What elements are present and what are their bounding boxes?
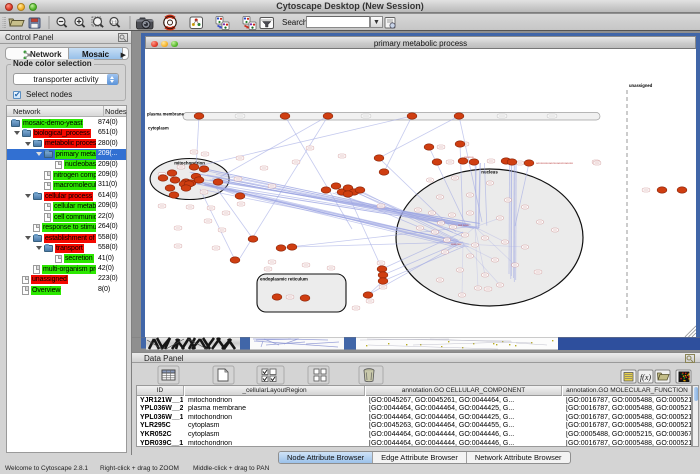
- svg-text:f(x): f(x): [640, 373, 651, 382]
- svg-text:plasma membrane: plasma membrane: [147, 112, 184, 117]
- svg-text:unassigned: unassigned: [629, 83, 653, 88]
- svg-text:mitochondrion: mitochondrion: [174, 161, 205, 166]
- svg-text:xoxo oox: xoxo oox: [451, 243, 462, 246]
- svg-text:nucleus: nucleus: [481, 170, 498, 175]
- svg-text:ooxxooxoooxxoooxoxoooxo: ooxxooxoooxxoooxoxoooxo: [536, 161, 573, 165]
- svg-text:endoplasmic reticulum: endoplasmic reticulum: [260, 277, 308, 282]
- svg-text:oxo oxxo: oxo oxxo: [458, 224, 469, 227]
- svg-text:1:1: 1:1: [111, 19, 118, 24]
- svg-text:cytoplasm: cytoplasm: [148, 126, 169, 131]
